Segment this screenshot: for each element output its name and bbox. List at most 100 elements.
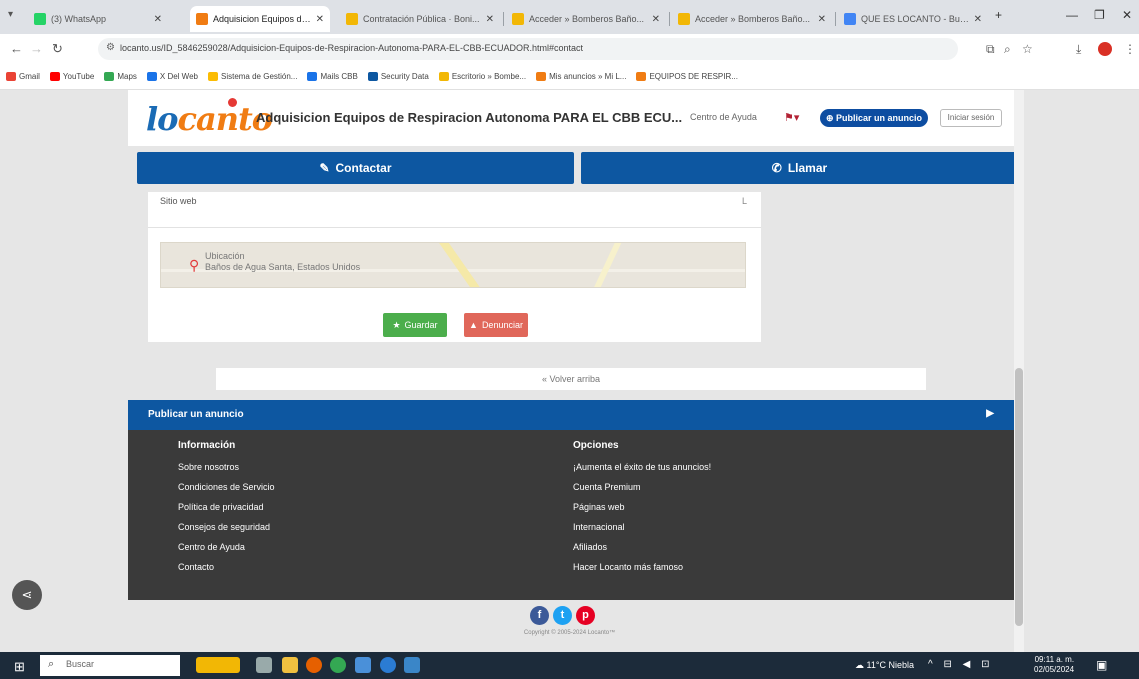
tab-contratacion[interactable]: Contratación Pública · Boni... ✕: [340, 6, 500, 32]
tab-acceder-1[interactable]: Acceder » Bomberos Baño... ✕: [506, 6, 666, 32]
site-info-icon[interactable]: ⚙: [106, 42, 115, 53]
report-button[interactable]: ▲ Denunciar: [464, 313, 528, 337]
tab-que-es-locanto[interactable]: QUE ES LOCANTO - Busca... ✕: [838, 6, 988, 32]
reload-icon[interactable]: ↻: [52, 41, 63, 57]
footer-options-column: Opciones ¡Aumenta el éxito de tus anunci…: [573, 440, 711, 582]
share-icon[interactable]: ⋖: [12, 580, 42, 610]
bookmark-star-icon[interactable]: ☆: [1022, 42, 1033, 56]
website-value[interactable]: L: [742, 196, 747, 206]
bookmark-xdelweb[interactable]: X Del Web: [146, 72, 198, 81]
tab-whatsapp[interactable]: (3) WhatsApp ✕: [28, 6, 168, 32]
bookmark-escritorio[interactable]: Escritorio » Bombe...: [438, 72, 526, 81]
pinterest-icon[interactable]: p: [576, 606, 595, 625]
footer-link[interactable]: Contacto: [178, 562, 275, 572]
minimize-icon[interactable]: —: [1066, 8, 1078, 22]
bookmark-security-data[interactable]: Security Data: [367, 72, 429, 81]
footer-link[interactable]: Afiliados: [573, 542, 711, 552]
forward-arrow-icon[interactable]: →: [30, 41, 43, 56]
location-map[interactable]: ⚲ Ubicación Baños de Agua Santa, Estados…: [160, 242, 746, 288]
footer-link[interactable]: Cuenta Premium: [573, 482, 711, 492]
bookmark-mails-cbb[interactable]: Mails CBB: [307, 72, 358, 81]
page-scrollbar[interactable]: [1014, 90, 1024, 652]
system-tray-icons[interactable]: ^ ⊟ ◀ ⊡: [928, 659, 993, 670]
close-window-icon[interactable]: ✕: [1122, 8, 1132, 22]
address-bar[interactable]: ⚙ locanto.us/ID_5846259028/Adquisicion-E…: [98, 38, 958, 60]
new-tab-icon[interactable]: +: [995, 8, 1002, 22]
profile-avatar[interactable]: [1098, 42, 1112, 56]
location-label: Ubicación: [205, 251, 245, 261]
bookmark-maps[interactable]: Maps: [104, 72, 137, 81]
windows-start-icon[interactable]: ⊞: [14, 659, 25, 675]
footer-link[interactable]: Centro de Ayuda: [178, 542, 275, 552]
close-icon[interactable]: ✕: [974, 14, 982, 25]
close-icon[interactable]: ✕: [154, 14, 162, 25]
bookmark-gmail[interactable]: Gmail: [6, 72, 40, 81]
bookmark-youtube[interactable]: YouTube: [49, 72, 94, 81]
footer-link[interactable]: Internacional: [573, 522, 711, 532]
locanto-logo[interactable]: locanto: [146, 100, 273, 138]
edge-icon[interactable]: [380, 657, 396, 673]
bookmark-sistema-gestion[interactable]: Sistema de Gestión...: [207, 72, 297, 81]
menu-icon[interactable]: ⋮: [1124, 42, 1136, 56]
website-row: Sitio web L: [148, 192, 761, 228]
help-center-link[interactable]: Centro de Ayuda: [690, 112, 757, 122]
chrome-icon[interactable]: [330, 657, 346, 673]
login-button[interactable]: Iniciar sesión: [940, 109, 1002, 127]
tab-label: Adquisicion Equipos de Res...: [213, 14, 312, 24]
back-arrow-icon[interactable]: ←: [10, 41, 23, 56]
call-button[interactable]: ✆ Llamar: [581, 152, 1018, 184]
mail-icon[interactable]: [355, 657, 371, 673]
facebook-icon[interactable]: f: [530, 606, 549, 625]
gmail-icon: [6, 72, 16, 81]
footer-heading: Información: [178, 440, 236, 451]
us-flag-icon[interactable]: ⚑▾: [784, 111, 799, 124]
back-to-top-link[interactable]: « Volver arriba: [216, 368, 926, 390]
site-icon: [207, 72, 218, 81]
taskbar-widget-icon[interactable]: [196, 657, 240, 673]
publish-ad-button[interactable]: ⊕ Publicar un anuncio: [820, 109, 928, 127]
tab-search-icon[interactable]: ▾: [8, 9, 13, 20]
zoom-icon[interactable]: ⌕: [1004, 42, 1011, 57]
ad-title: Adquisicion Equipos de Respiracion Auton…: [256, 110, 683, 125]
taskbar-clock[interactable]: 09:11 a. m. 02/05/2024: [1034, 655, 1074, 675]
warning-icon: ▲: [469, 320, 478, 330]
locanto-icon: [636, 72, 647, 81]
ad-details-card: Sitio web L ⚲ Ubicación Baños de Agua Sa…: [148, 192, 761, 342]
weather-widget[interactable]: ☁ 11°C Niebla: [855, 660, 914, 671]
publish-ad-bar[interactable]: Publicar un anuncio ▶: [128, 400, 1014, 430]
footer-link[interactable]: Páginas web: [573, 502, 711, 512]
site-header: locanto Adquisicion Equipos de Respiraci…: [128, 90, 1014, 146]
file-explorer-icon[interactable]: [282, 657, 298, 673]
close-icon[interactable]: ✕: [652, 14, 660, 25]
footer-link[interactable]: Condiciones de Servicio: [178, 482, 275, 492]
close-icon[interactable]: ✕: [818, 14, 826, 25]
footer-link[interactable]: Hacer Locanto más famoso: [573, 562, 711, 572]
tab-locanto-ad[interactable]: Adquisicion Equipos de Res... ✕: [190, 6, 330, 32]
footer-link[interactable]: ¡Aumenta el éxito de tus anuncios!: [573, 462, 711, 472]
social-links: f t p: [530, 606, 595, 625]
app-icon[interactable]: [404, 657, 420, 673]
site-icon: [146, 72, 157, 81]
contact-button[interactable]: ✎ Contactar: [137, 152, 574, 184]
footer-link[interactable]: Consejos de seguridad: [178, 522, 275, 532]
close-icon[interactable]: ✕: [316, 14, 324, 25]
mail-icon: [307, 72, 318, 81]
whatsapp-icon: [34, 13, 46, 25]
twitter-icon[interactable]: t: [553, 606, 572, 625]
bookmark-equipos[interactable]: EQUIPOS DE RESPIR...: [636, 72, 738, 81]
download-icon[interactable]: ⤓: [1076, 42, 1081, 57]
bookmark-mis-anuncios[interactable]: Mis anuncios » Mi L...: [536, 72, 626, 81]
taskbar-search[interactable]: ⌕ Buscar: [40, 655, 180, 676]
footer-link[interactable]: Política de privacidad: [178, 502, 275, 512]
firefox-icon[interactable]: [306, 657, 322, 673]
restore-icon[interactable]: ❐: [1094, 8, 1105, 22]
save-button[interactable]: ★ Guardar: [383, 313, 447, 337]
notification-icon[interactable]: ▣: [1096, 658, 1107, 672]
tab-acceder-2[interactable]: Acceder » Bomberos Baño... ✕: [672, 6, 832, 32]
page-viewport: locanto Adquisicion Equipos de Respiraci…: [0, 90, 1139, 652]
task-view-icon[interactable]: [256, 657, 272, 673]
footer-link[interactable]: Sobre nosotros: [178, 462, 275, 472]
scrollbar-thumb[interactable]: [1015, 368, 1023, 626]
close-icon[interactable]: ✕: [486, 14, 494, 25]
cast-icon[interactable]: ⧉: [986, 42, 995, 57]
